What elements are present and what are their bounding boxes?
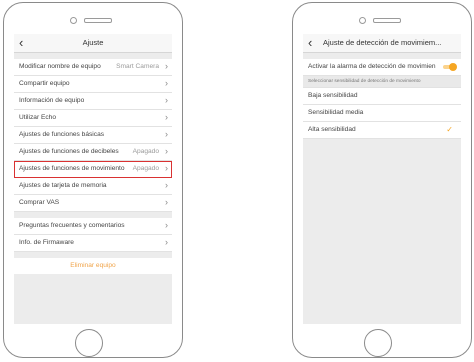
settings-row[interactable]: Ajustes de funciones de decibeles Apagado… [14, 144, 172, 161]
sensitivity-option[interactable]: Baja sensibilidad [303, 88, 461, 105]
settings-row-label: Información de equipo [19, 97, 85, 104]
settings-row[interactable]: Info. de Firmaware › [14, 235, 172, 252]
delete-device-button[interactable]: Eliminar equipo [14, 258, 172, 274]
settings-row[interactable]: Ajustes de funciones básicas › [14, 127, 172, 144]
chevron-right-icon: › [165, 78, 168, 88]
settings-row[interactable]: Ajustes de tarjeta de memoria › [14, 178, 172, 195]
sensitivity-option-label: Sensibilidad media [308, 109, 364, 116]
sensitivity-option[interactable]: Sensibilidad media [303, 105, 461, 122]
home-button[interactable] [75, 329, 103, 357]
settings-row[interactable]: Comprar VAS › [14, 195, 172, 212]
page-title: Ajuste [82, 38, 104, 47]
settings-row-label: Info. de Firmaware [19, 239, 74, 246]
sensitivity-option-label: Baja sensibilidad [308, 92, 358, 99]
sensitivity-section-header: Seleccionar sensibilidad de detección de… [303, 76, 461, 88]
settings-screen: ‹ Ajuste Modificar nombre de equipo Smart… [14, 34, 172, 324]
settings-row[interactable]: Ajustes de funciones de movimiento Apagad… [14, 161, 172, 178]
settings-row[interactable]: Preguntas frecuentes y comentarios › [14, 218, 172, 235]
settings-row-value: Apagado [132, 148, 159, 155]
sensitivity-option[interactable]: Alta sensibilidad ✓ [303, 122, 461, 139]
settings-row[interactable]: Utilizar Echo › [14, 110, 172, 127]
motion-alarm-toggle-row[interactable]: Activar la alarma de detección de movimi… [303, 59, 461, 76]
motion-alarm-label: Activar la alarma de detección de movimi… [308, 63, 436, 70]
settings-row-label: Ajustes de funciones de decibeles [19, 148, 119, 155]
phone-frame-right: ‹ Ajuste de detección de movimiem... Act… [292, 2, 472, 358]
settings-row-label: Preguntas frecuentes y comentarios [19, 222, 125, 229]
chevron-right-icon: › [165, 129, 168, 139]
settings-row-label: Ajustes de tarjeta de memoria [19, 182, 107, 189]
back-arrow-icon[interactable]: ‹ [308, 35, 312, 51]
chevron-right-icon: › [165, 197, 168, 207]
settings-row-label: Comprar VAS [19, 199, 60, 206]
checkmark-icon: ✓ [446, 125, 453, 134]
settings-row-label: Utilizar Echo [19, 114, 57, 121]
chevron-right-icon: › [165, 95, 168, 105]
settings-row-value: Apagado [132, 165, 159, 172]
settings-row[interactable]: Información de equipo › [14, 93, 172, 110]
chevron-right-icon: › [165, 163, 168, 173]
settings-row-label: Modificar nombre de equipo [19, 63, 101, 70]
settings-row[interactable]: Modificar nombre de equipo Smart Camera › [14, 59, 172, 76]
sensitivity-option-label: Alta sensibilidad [308, 126, 356, 133]
title-bar: ‹ Ajuste de detección de movimiem... [303, 34, 461, 53]
chevron-right-icon: › [165, 237, 168, 247]
speaker-grille [84, 18, 112, 23]
camera-icon [70, 17, 77, 24]
motion-detection-screen: ‹ Ajuste de detección de movimiem... Act… [303, 34, 461, 324]
page-title: Ajuste de detección de movimiem... [323, 38, 442, 47]
speaker-grille [373, 18, 401, 23]
motion-alarm-toggle[interactable] [443, 63, 457, 71]
chevron-right-icon: › [165, 146, 168, 156]
settings-row-label: Ajustes de funciones básicas [19, 131, 105, 138]
home-button[interactable] [364, 329, 392, 357]
chevron-right-icon: › [165, 112, 168, 122]
camera-icon [359, 17, 366, 24]
title-bar: ‹ Ajuste [14, 34, 172, 53]
settings-row[interactable]: Compartir equipo › [14, 76, 172, 93]
chevron-right-icon: › [165, 220, 168, 230]
settings-row-value: Smart Camera [116, 63, 159, 70]
chevron-right-icon: › [165, 180, 168, 190]
settings-row-label: Ajustes de funciones de movimiento [19, 165, 125, 172]
settings-row-label: Compartir equipo [19, 80, 70, 87]
chevron-right-icon: › [165, 61, 168, 71]
phone-frame-left: ‹ Ajuste Modificar nombre de equipo Smart… [3, 2, 183, 358]
